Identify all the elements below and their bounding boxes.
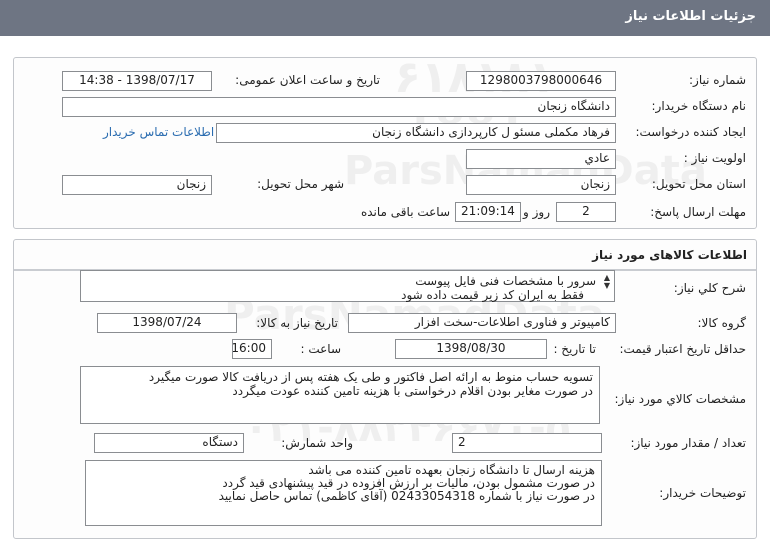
quantity-label: تعداد / مقدار مورد نیاز:: [630, 436, 746, 450]
spec-line: تسویه حساب منوط به ارائه اصل فاکتور و طی…: [148, 370, 593, 384]
province-field[interactable]: زنجان: [466, 175, 616, 195]
buyer-contact-link[interactable]: اطلاعات تماس خریدار: [103, 125, 214, 139]
remaining-label: ساعت باقی مانده: [360, 205, 450, 219]
summary-line: سرور با مشخصات فنی فایل پیوست: [415, 274, 596, 288]
hour-label: ساعت :: [300, 342, 341, 356]
deadline-time-field[interactable]: 21:09:14: [455, 202, 521, 222]
validity-label: حداقل تاریخ اعتبار قیمت:: [619, 342, 746, 356]
buyer-label: نام دستگاه خریدار:: [651, 99, 747, 113]
city-label: شهر محل تحویل:: [257, 177, 344, 191]
need-date-field[interactable]: 1398/07/24: [97, 313, 237, 333]
creator-field[interactable]: فرهاد مکملی مسئو ل کارپردازی دانشگاه زنج…: [216, 123, 616, 143]
notes-textarea[interactable]: هزینه ارسال تا دانشگاه زنجان بعهده تامین…: [85, 460, 602, 526]
scroll-arrows-icon[interactable]: ▲ ▼: [604, 274, 610, 290]
city-field[interactable]: زنجان: [62, 175, 212, 195]
notes-label: توضیحات خریدار:: [659, 486, 746, 500]
unit-field[interactable]: دستگاه: [94, 433, 244, 453]
deadline-days-field[interactable]: 2: [556, 202, 616, 222]
days-unit-label: روز و: [523, 205, 550, 219]
validity-hour-field[interactable]: 16:00: [232, 339, 272, 359]
priority-field[interactable]: عادي: [466, 149, 616, 169]
buyer-field[interactable]: دانشگاه زنجان: [62, 97, 616, 117]
unit-label: واحد شمارش:: [281, 436, 353, 450]
goods-section-title: اطلاعات کالاهای مورد نیاز: [592, 248, 747, 262]
to-date-label: تا تاریخ :: [553, 342, 596, 356]
group-field[interactable]: کامپیوتر و فناوری اطلاعات-سخت افزار: [348, 313, 616, 333]
page-title: جزئیات اطلاعات نیاز: [0, 0, 770, 36]
spec-textarea[interactable]: تسویه حساب منوط به ارائه اصل فاکتور و طی…: [80, 366, 600, 424]
announce-datetime-field[interactable]: 1398/07/17 - 14:38: [62, 71, 212, 91]
creator-label: ایجاد کننده درخواست:: [635, 125, 746, 139]
spec-line: در صورت مغایر بودن اقلام درخواستی با هزی…: [232, 384, 593, 398]
summary-line: فقط به ایران کد زیر قیمت داده شود: [401, 288, 584, 302]
quantity-field[interactable]: 2: [452, 433, 602, 453]
spec-label: مشخصات کالاي مورد نیاز:: [614, 392, 746, 406]
deadline-label: مهلت ارسال پاسخ:: [650, 205, 746, 219]
notes-line: در صورت نیاز با شماره 02433054318 (آقای …: [218, 489, 595, 503]
group-label: گروه کالا:: [697, 316, 747, 330]
need-number-field[interactable]: 1298003798000646: [466, 71, 616, 91]
summary-label: شرح کلي نیاز:: [673, 281, 746, 295]
validity-date-field[interactable]: 1398/08/30: [395, 339, 547, 359]
need-info-panel: ۶۱۸۱۸۱ 1881 ParsNamadData شماره نیاز: 12…: [13, 52, 757, 229]
summary-textarea[interactable]: سرور با مشخصات فنی فایل پیوست فقط به ایر…: [80, 270, 615, 302]
goods-info-panel: ParsNamadData ۰۲۱-۸۸۳۴۶۶۷۰-۵ اطلاعات کال…: [13, 239, 757, 539]
need-date-label: تاریخ نیاز به کالا:: [256, 316, 338, 330]
announce-label: تاریخ و ساعت اعلان عمومی:: [235, 73, 380, 87]
need-number-label: شماره نیاز:: [689, 73, 746, 87]
province-label: استان محل تحویل:: [651, 177, 746, 191]
priority-label: اولویت نیاز :: [683, 151, 746, 165]
